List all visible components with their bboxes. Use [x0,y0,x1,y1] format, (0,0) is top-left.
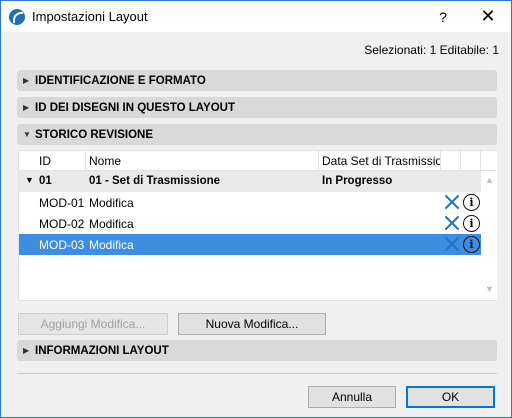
info-icon[interactable]: i [463,215,480,232]
column-separator[interactable] [440,151,441,171]
app-logo-icon [9,9,25,25]
table-row[interactable]: MOD-02 Modifica i [19,213,481,234]
column-header-id[interactable]: ID [39,154,87,168]
chevron-down-icon[interactable]: ▼ [25,175,34,185]
group-status: In Progresso [322,175,393,187]
section-drawing-ids[interactable]: ▶ ID DEI DISEGNI IN QUESTO LAYOUT [17,97,497,118]
row-id: MOD-02 [39,217,85,231]
cancel-button[interactable]: Annulla [308,386,396,408]
section-layout-info[interactable]: ▶ INFORMAZIONI LAYOUT [17,340,497,361]
group-name: 01 - Set di Trasmissione [89,175,221,187]
add-change-button[interactable]: Aggiungi Modifica... [18,313,168,335]
table-row-selected[interactable]: MOD-03 Modifica i [19,234,481,255]
window-title: Impostazioni Layout [32,9,148,24]
column-separator[interactable] [460,151,461,171]
chevron-down-icon: ▼ [23,130,31,139]
table-scrollbar[interactable]: ▲ ▼ [481,171,497,300]
layout-settings-dialog: Impostazioni Layout ? ✕ Selezionati: 1 E… [0,0,512,418]
row-name: Modifica [89,196,134,210]
table-header: ID Nome Data Set di Trasmissione [19,151,497,171]
row-id: MOD-03 [39,238,85,252]
column-separator[interactable] [480,151,481,171]
info-icon[interactable]: i [463,194,480,211]
section-revision-history[interactable]: ▼ STORICO REVISIONE [17,124,497,145]
section-label: IDENTIFICAZIONE E FORMATO [35,74,206,87]
revision-table: ID Nome Data Set di Trasmissione ▼ 01 01… [18,150,497,301]
row-name: Modifica [89,217,134,231]
chevron-right-icon: ▶ [23,346,30,355]
selection-info: Selezionati: 1 Editabile: 1 [364,43,499,57]
chevron-down-icon[interactable]: ▼ [485,284,494,294]
footer-divider [17,373,497,374]
section-label: ID DEI DISEGNI IN QUESTO LAYOUT [35,101,236,114]
chevron-up-icon[interactable]: ▲ [485,175,494,185]
section-label: STORICO REVISIONE [35,128,154,141]
info-icon[interactable]: i [463,236,480,253]
group-id: 01 [39,175,52,187]
column-header-name[interactable]: Nome [89,154,317,168]
column-separator[interactable] [318,151,319,171]
section-label: INFORMAZIONI LAYOUT [35,344,169,357]
title-bar: Impostazioni Layout ? ✕ [1,1,511,32]
row-name: Modifica [89,238,134,252]
help-button[interactable]: ? [426,1,460,32]
delete-icon[interactable] [443,193,461,211]
delete-icon[interactable] [443,235,461,253]
table-row[interactable]: MOD-01 Modifica i [19,192,481,213]
row-id: MOD-01 [39,196,85,210]
chevron-right-icon: ▶ [23,76,30,85]
new-change-button[interactable]: Nuova Modifica... [178,313,326,335]
table-group-row[interactable]: ▼ 01 01 - Set di Trasmissione In Progres… [19,171,481,192]
section-identification[interactable]: ▶ IDENTIFICAZIONE E FORMATO [17,70,497,91]
ok-button[interactable]: OK [406,386,495,408]
close-button[interactable]: ✕ [471,1,505,32]
column-header-transmission-set[interactable]: Data Set di Trasmissione [322,154,440,168]
chevron-right-icon: ▶ [23,103,30,112]
column-separator[interactable] [85,151,86,171]
delete-icon[interactable] [443,214,461,232]
